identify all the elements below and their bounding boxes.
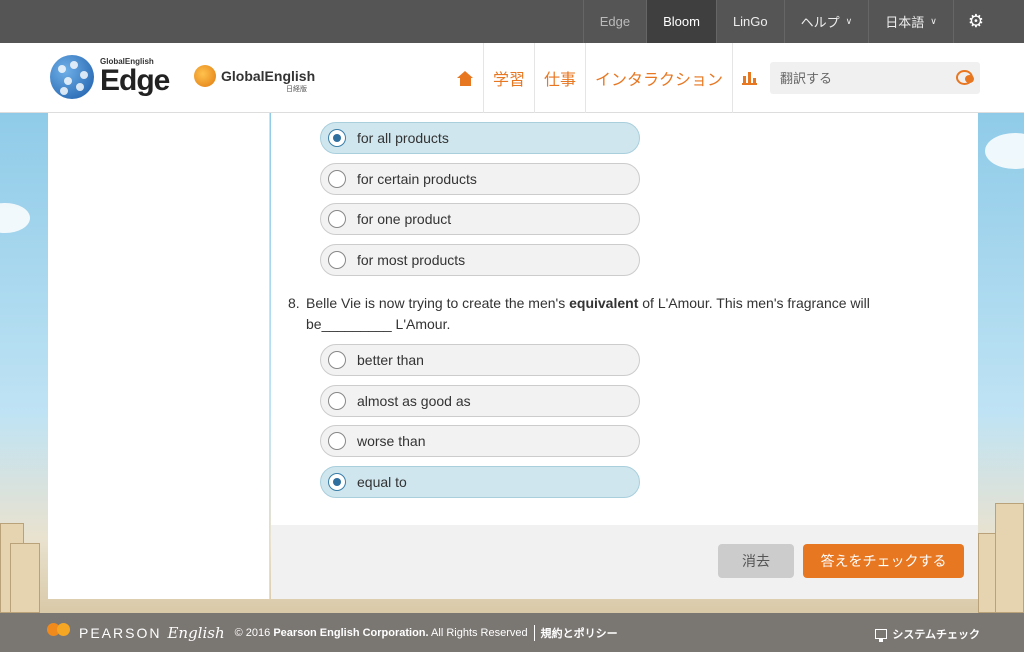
edge-logo[interactable]: GlobalEnglish Edge [50,55,170,99]
chevron-down-icon: ∨ [930,16,937,26]
q7-option-3-label: for one product [357,211,452,227]
topbar-language-menu[interactable]: 日本語 ∨ [868,0,953,43]
nav-study-label: 学習 [493,72,526,89]
q7-option-2-label: for certain products [357,171,477,187]
pearson-brand: PEARSON [79,624,162,641]
q8-option-4-label: equal to [357,474,407,490]
terms-policy-link[interactable]: 規約とポリシー [533,624,618,641]
nav-work[interactable]: 仕事 [535,43,587,113]
q7-option-1[interactable]: for all products [320,122,640,154]
question-text-start: Belle Vie is now trying to create the me… [306,295,570,311]
left-panel [48,113,270,599]
question-8-text: 8. Belle Vie is now trying to create the … [288,293,928,335]
system-check-label: システムチェック [892,629,980,641]
q7-option-1-label: for all products [357,130,449,146]
clear-button[interactable]: 消去 [718,544,794,578]
globalenglish-logo-icon [194,65,216,87]
q7-option-4[interactable]: for most products [320,244,640,276]
bar-chart-icon [742,71,758,85]
q8-option-3[interactable]: worse than [320,425,640,457]
globalenglish-logo-text: GlobalEnglish [221,68,316,84]
quiz-content: for all products for certain products fo… [271,113,978,525]
copyright-company: Pearson English Corporation. [273,626,429,639]
q8-option-1-label: better than [357,352,424,368]
topbar-bloom-label: Bloom [663,14,700,29]
topbar-language-label: 日本語 [885,15,925,30]
translate-input[interactable] [780,70,956,86]
topbar-lingo-label: LinGo [732,14,768,29]
q8-option-4[interactable]: equal to [320,466,640,498]
globalenglish-logo: GlobalEnglish 日経版 [194,65,316,93]
q7-option-2[interactable]: for certain products [320,163,640,195]
q8-option-3-label: worse than [357,433,426,449]
pearson-logo-icon [47,622,73,643]
radio-button[interactable] [328,473,346,491]
copyright-prefix: © 2016 [234,626,274,639]
radio-button[interactable] [328,170,346,188]
nav-progress[interactable] [733,43,766,113]
q8-option-1[interactable]: better than [320,344,640,376]
main-nav: 学習 仕事 インタラクション [448,43,766,113]
action-bar: 消去 答えをチェックする [271,525,978,599]
q8-option-2-label: almost as good as [357,393,471,409]
radio-button[interactable] [328,129,346,147]
edge-logo-text: Edge [100,64,170,97]
topbar-edge-label: Edge [599,14,631,29]
topbar-help-menu[interactable]: ヘルプ ∨ [783,0,869,43]
topbar-edge-link[interactable]: Edge [582,0,646,43]
q7-option-4-label: for most products [357,252,466,268]
nav-interaction-label: インタラクション [595,72,724,89]
radio-button[interactable] [328,351,346,369]
q8-option-2[interactable]: almost as good as [320,385,640,417]
globalenglish-logo-sub: 日経版 [286,86,307,93]
q7-option-3[interactable]: for one product [320,203,640,235]
monitor-icon [875,629,888,642]
nav-study[interactable]: 学習 [484,43,536,113]
nav-interaction[interactable]: インタラクション [586,43,734,113]
radio-button[interactable] [328,210,346,228]
check-answers-button[interactable]: 答えをチェックする [803,544,964,578]
top-bar: Edge Bloom LinGo ヘルプ ∨ 日本語 ∨ ⚙ [0,0,1024,43]
pearson-english-script: English [167,623,225,642]
topbar-lingo-link[interactable]: LinGo [715,0,784,43]
radio-button[interactable] [328,251,346,269]
system-check-link[interactable]: システムチェック [875,626,980,642]
translate-icon[interactable] [956,70,974,86]
nav-work-label: 仕事 [544,72,577,89]
nav-home[interactable] [448,43,484,113]
gear-icon[interactable]: ⚙ [952,0,984,43]
translate-search [770,62,980,94]
topbar-help-label: ヘルプ [800,15,840,30]
question-text-end: of L'Amour. This men's fragrance will [638,295,870,311]
home-icon [457,70,474,86]
question-text-line2: be_________ L'Amour. [306,316,451,332]
footer: PEARSON English © 2016 Pearson English C… [0,613,1024,652]
copyright-suffix: All Rights Reserved [428,626,528,639]
topbar-bloom-link[interactable]: Bloom [646,0,716,43]
chevron-down-icon: ∨ [845,16,853,26]
question-number: 8. [288,295,300,311]
header: GlobalEnglish Edge GlobalEnglish 日経版 学習 … [0,43,1024,113]
question-keyword: equivalent [569,295,639,311]
radio-button[interactable] [328,432,346,450]
radio-button[interactable] [328,392,346,410]
copyright: © 2016 Pearson English Corporation. All … [235,627,528,639]
globe-icon [50,55,94,99]
